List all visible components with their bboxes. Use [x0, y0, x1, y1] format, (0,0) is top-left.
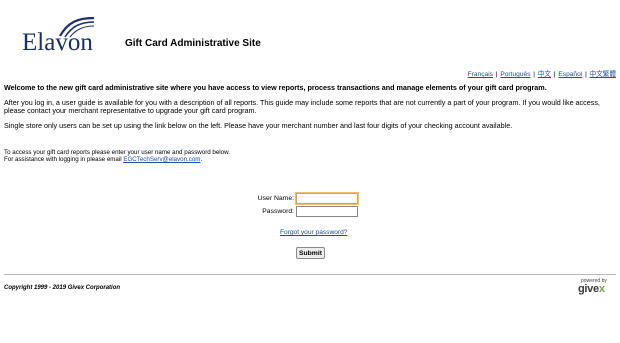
header: Elavon Gift Card Administrative Site	[0, 0, 620, 62]
intro-content: Welcome to the new gift card administrat…	[4, 83, 614, 136]
logo-text: Elavon	[22, 29, 93, 56]
givex-logo: powered by givex	[578, 278, 614, 298]
lang-link-portuguese[interactable]: Português	[500, 71, 530, 78]
password-row: Password:	[0, 206, 620, 218]
username-input[interactable]	[296, 193, 358, 204]
copyright-text: Copyright 1999 - 2019 Givex Corporation	[4, 285, 121, 291]
access-line: To access your gift card reports please …	[4, 149, 230, 156]
lang-link-chinese-traditional[interactable]: 中文繁體	[590, 71, 616, 78]
separator: |	[552, 71, 558, 78]
assistance-prefix: For assistance with logging in please em…	[4, 156, 124, 164]
lang-link-spanish[interactable]: Español	[558, 71, 582, 78]
separator: |	[531, 71, 537, 78]
site-title: Gift Card Administrative Site	[125, 38, 261, 49]
support-email-link[interactable]: EGCTechServ@elavon.com	[123, 156, 200, 163]
separator: |	[583, 71, 589, 78]
password-input[interactable]	[296, 206, 358, 217]
assistance-line: For assistance with logging in please em…	[4, 156, 230, 163]
username-row: User Name:	[0, 193, 620, 205]
language-bar: Français | Português | 中文 | Español | 中文…	[468, 68, 616, 78]
welcome-text: Welcome to the new gift card administrat…	[4, 83, 547, 92]
elavon-logo: Elavon	[22, 16, 104, 56]
givex-wordmark-main: give	[578, 283, 599, 295]
single-store-text: Single store only users can be set up us…	[4, 120, 513, 130]
footer-divider	[4, 274, 616, 275]
assistance-suffix: .	[200, 156, 203, 164]
access-instructions: To access your gift card reports please …	[4, 149, 230, 164]
password-label: Password:	[262, 208, 294, 215]
lang-link-chinese-simplified[interactable]: 中文	[538, 71, 551, 78]
submit-button[interactable]: Submit	[296, 247, 325, 259]
username-label: User Name:	[257, 195, 294, 202]
lang-link-french[interactable]: Français	[468, 71, 493, 78]
forgot-password-link[interactable]: Forgot your password?	[280, 229, 347, 236]
givex-wordmark: givex	[578, 283, 605, 295]
user-guide-text: After you log in, a user guide is availa…	[4, 97, 600, 116]
separator: |	[493, 71, 500, 78]
givex-wordmark-x: x	[598, 283, 605, 295]
